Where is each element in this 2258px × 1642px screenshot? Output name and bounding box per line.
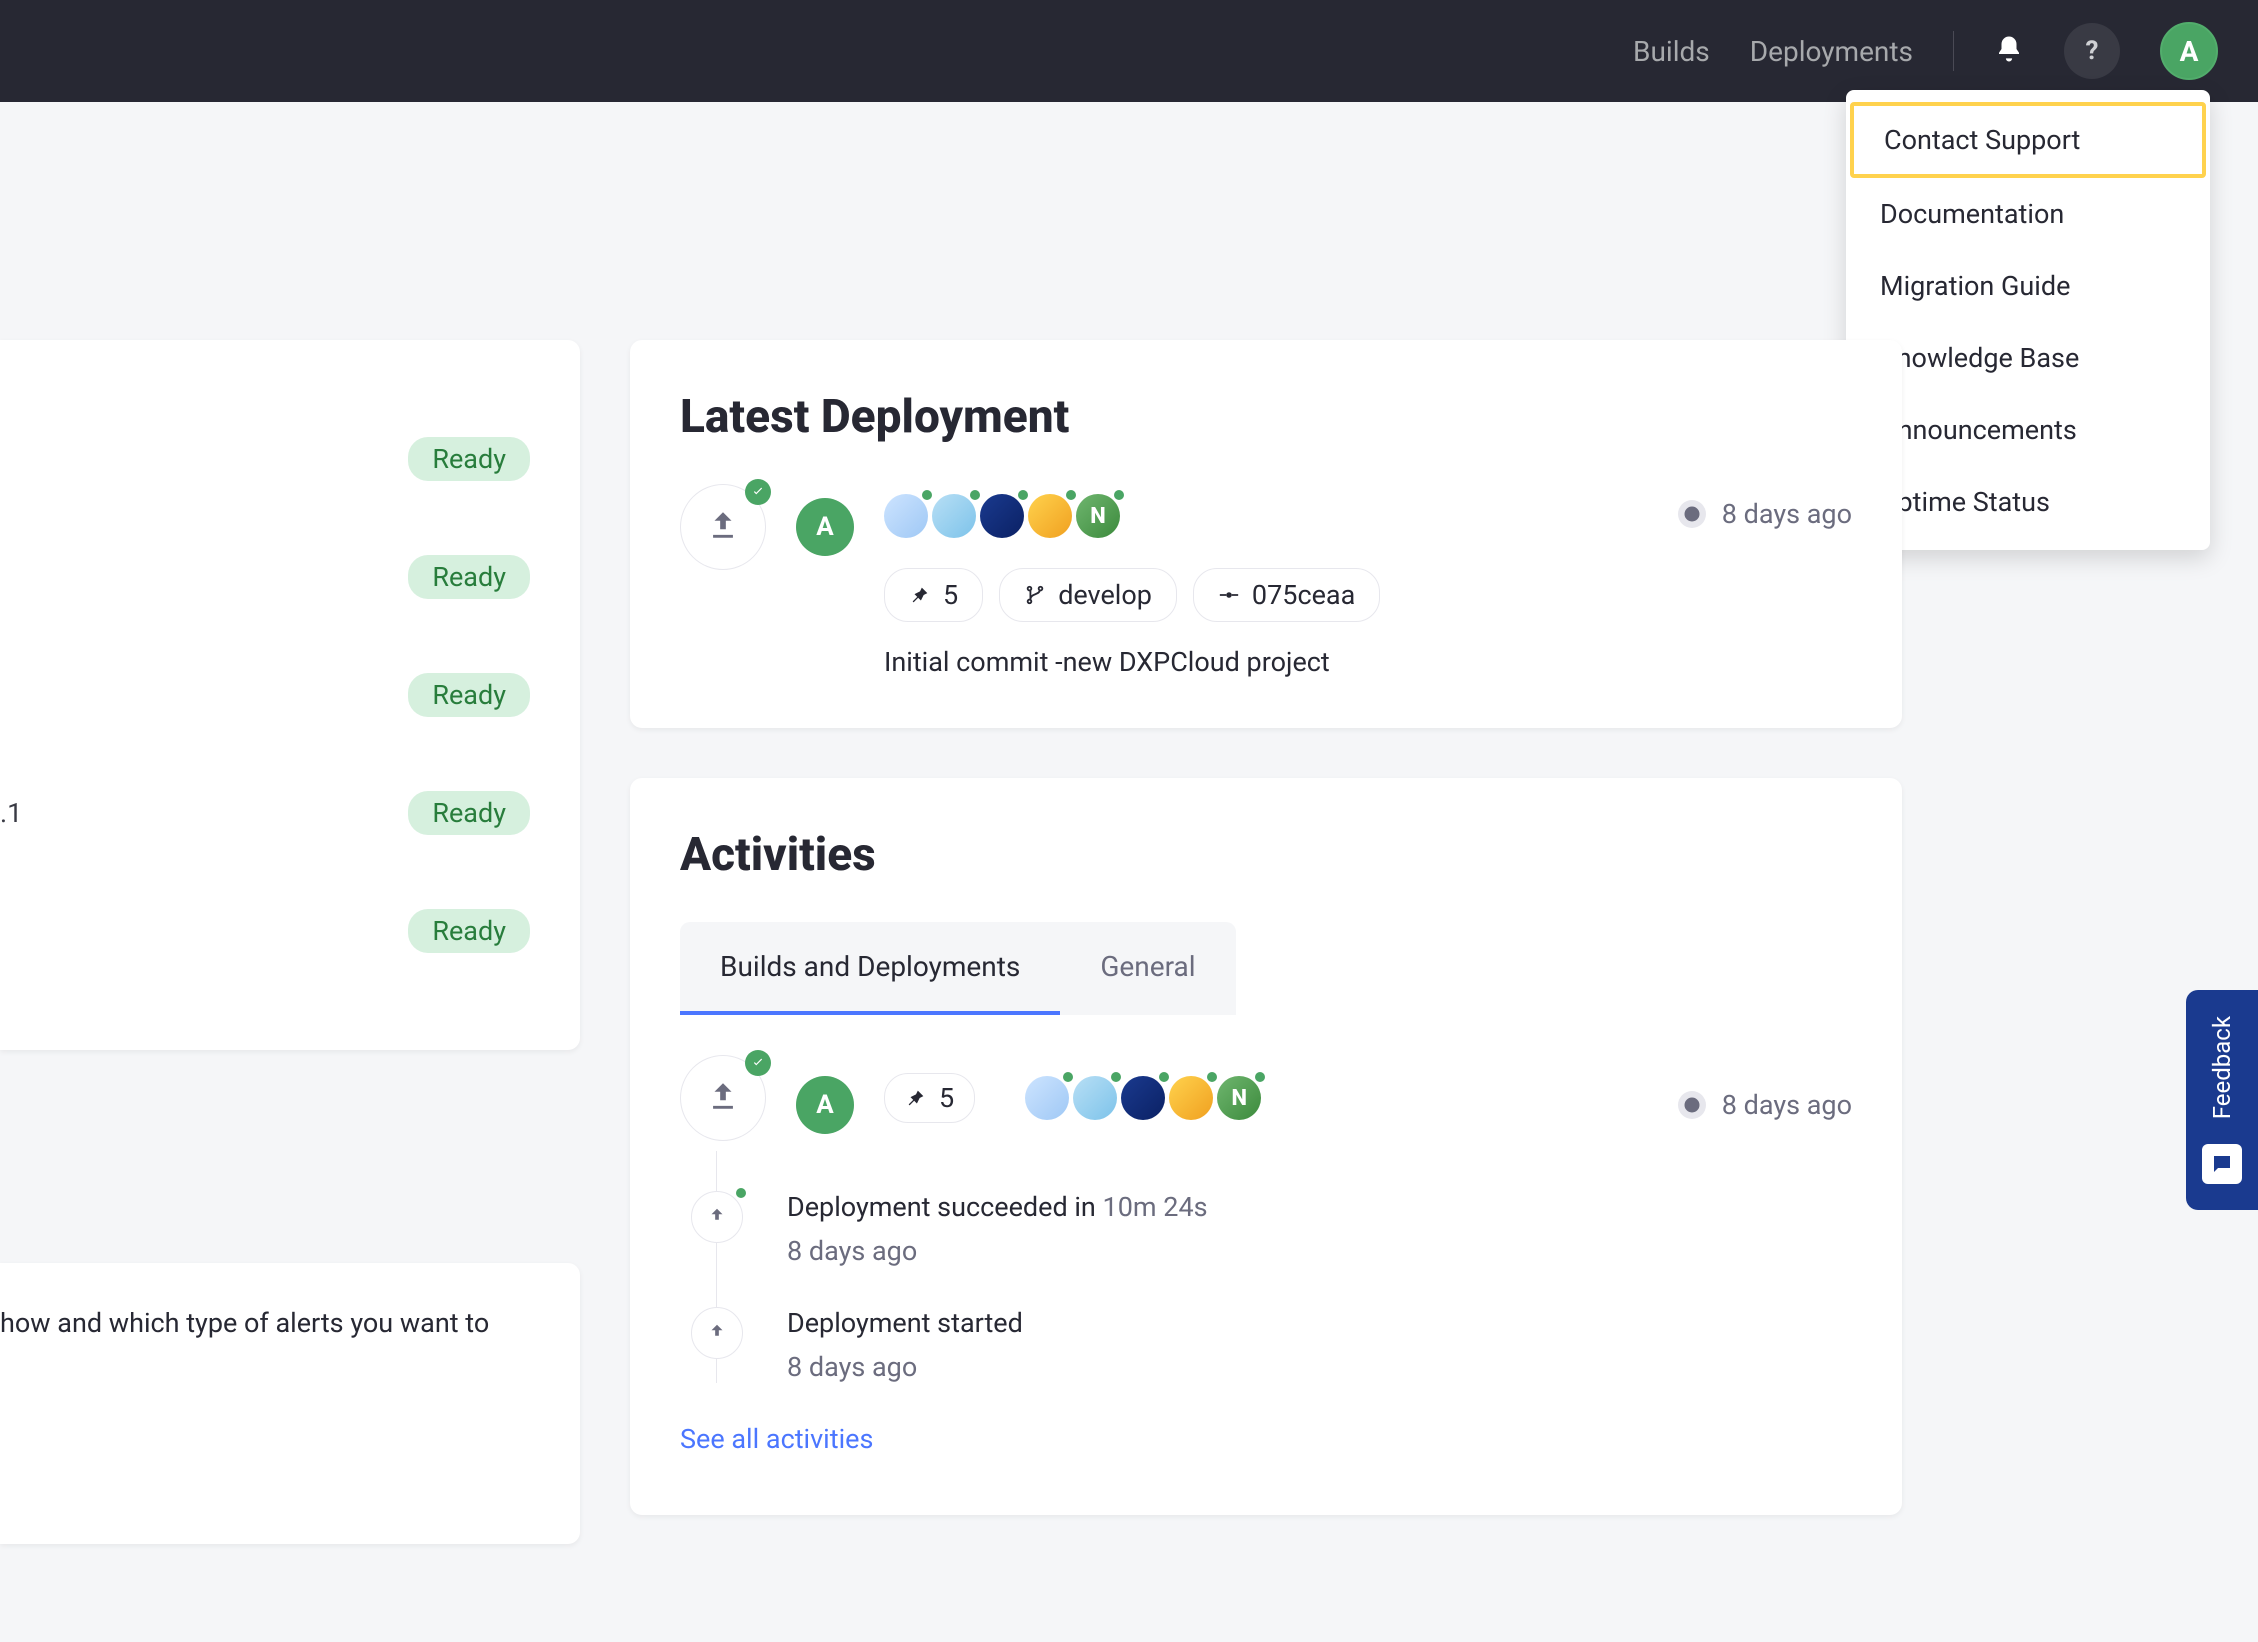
service-icon — [1121, 1076, 1165, 1120]
deployment-chips: 5 develop 075ceaa — [884, 568, 1648, 622]
feedback-button[interactable]: Feedback — [2186, 990, 2258, 1210]
timeline-dot-icon — [691, 1191, 743, 1243]
nav-deployments[interactable]: Deployments — [1750, 35, 1913, 68]
time-text: 8 days ago — [1722, 1089, 1852, 1121]
chat-icon — [2202, 1144, 2242, 1184]
build-number: 5 — [943, 579, 958, 611]
clock-icon — [1678, 500, 1706, 528]
service-icon — [1025, 1076, 1069, 1120]
main-column: Latest Deployment A N 5 — [630, 340, 1902, 1565]
service-nginx-icon: N — [1217, 1076, 1261, 1120]
timeline-dot-icon — [691, 1307, 743, 1359]
service-row[interactable]: Ready — [0, 872, 530, 990]
service-icon — [1028, 494, 1072, 538]
service-icon-row: N — [1025, 1076, 1261, 1120]
pushpin-icon — [909, 584, 931, 606]
build-number: 5 — [939, 1082, 954, 1114]
service-row[interactable]: Ready — [0, 636, 530, 754]
bell-icon[interactable] — [1994, 34, 2024, 68]
timeline-item-time: 8 days ago — [787, 1235, 1852, 1267]
top-nav: Builds Deployments ? A — [0, 0, 2258, 102]
avatar-button[interactable]: A — [2160, 22, 2218, 80]
author-avatar[interactable]: A — [796, 498, 854, 556]
green-dot-icon — [736, 1188, 746, 1198]
status-badge: Ready — [408, 673, 530, 717]
latest-deployment-title: Latest Deployment — [680, 390, 1852, 444]
service-icon — [884, 494, 928, 538]
help-item-documentation[interactable]: Documentation — [1846, 178, 2210, 250]
service-icon — [1073, 1076, 1117, 1120]
clock-icon — [1678, 1091, 1706, 1119]
deployment-time: 8 days ago — [1678, 498, 1852, 530]
version-fragment: .1 — [0, 797, 22, 829]
service-icon — [980, 494, 1024, 538]
upload-arrow-icon — [706, 1079, 740, 1117]
status-badge: Ready — [408, 555, 530, 599]
commit-icon — [1218, 584, 1240, 606]
deployment-status-icon — [680, 484, 766, 570]
activity-timeline: Deployment succeeded in 10m 24s 8 days a… — [716, 1151, 1852, 1383]
service-icon — [932, 494, 976, 538]
build-number-chip[interactable]: 5 — [884, 1073, 975, 1123]
commit-hash: 075ceaa — [1252, 579, 1355, 611]
latest-deployment-card: Latest Deployment A N 5 — [630, 340, 1902, 728]
service-row[interactable]: .1 Ready — [0, 754, 530, 872]
timeline-item-time: 8 days ago — [787, 1351, 1852, 1383]
deployment-row: A N 5 develop — [680, 484, 1852, 678]
deployment-status-icon — [680, 1055, 766, 1141]
see-all-activities-link[interactable]: See all activities — [680, 1423, 873, 1455]
branch-chip[interactable]: develop — [999, 568, 1177, 622]
service-row[interactable]: Ready — [0, 400, 530, 518]
timeline-item: Deployment started 8 days ago — [717, 1307, 1852, 1383]
upload-arrow-icon — [706, 508, 740, 546]
pushpin-icon — [905, 1087, 927, 1109]
status-badge: Ready — [408, 909, 530, 953]
activities-tabs: Builds and Deployments General — [680, 922, 1236, 1015]
services-sidebar: Ready Ready Ready .1 Ready Ready — [0, 340, 580, 1050]
activity-time: 8 days ago — [1678, 1089, 1852, 1121]
sidebar-note-text: how and which type of alerts you want to — [0, 1303, 550, 1344]
service-icon-row: N — [884, 494, 1648, 538]
activity-header-row: A 5 N 8 days ago — [680, 1015, 1852, 1141]
branch-icon — [1024, 584, 1046, 606]
author-avatar[interactable]: A — [796, 1076, 854, 1134]
status-badge: Ready — [408, 437, 530, 481]
help-item-migration-guide[interactable]: Migration Guide — [1846, 250, 2210, 322]
activities-card: Activities Builds and Deployments Genera… — [630, 778, 1902, 1515]
tab-general[interactable]: General — [1060, 922, 1235, 1015]
deployment-body: N 5 develop 075ceaa Init — [884, 484, 1648, 678]
status-badge: Ready — [408, 791, 530, 835]
nav-divider — [1953, 31, 1954, 71]
commit-message: Initial commit -new DXPCloud project — [884, 646, 1648, 678]
check-badge-icon — [745, 1050, 771, 1076]
sidebar-note-card: how and which type of alerts you want to — [0, 1263, 580, 1544]
commit-chip[interactable]: 075ceaa — [1193, 568, 1380, 622]
timeline-item-title: Deployment succeeded in 10m 24s — [787, 1191, 1852, 1223]
nav-builds[interactable]: Builds — [1633, 35, 1710, 68]
help-item-contact-support[interactable]: Contact Support — [1850, 102, 2206, 178]
branch-name: develop — [1058, 579, 1152, 611]
feedback-label: Feedback — [2208, 1016, 2236, 1119]
service-row[interactable]: Ready — [0, 518, 530, 636]
help-icon[interactable]: ? — [2064, 23, 2120, 79]
service-nginx-icon: N — [1076, 494, 1120, 538]
check-badge-icon — [745, 479, 771, 505]
timeline-item: Deployment succeeded in 10m 24s 8 days a… — [717, 1191, 1852, 1267]
activities-title: Activities — [680, 828, 1852, 882]
tab-builds-deployments[interactable]: Builds and Deployments — [680, 922, 1060, 1015]
build-number-chip[interactable]: 5 — [884, 568, 983, 622]
timeline-item-title: Deployment started — [787, 1307, 1852, 1339]
service-icon — [1169, 1076, 1213, 1120]
time-text: 8 days ago — [1722, 498, 1852, 530]
